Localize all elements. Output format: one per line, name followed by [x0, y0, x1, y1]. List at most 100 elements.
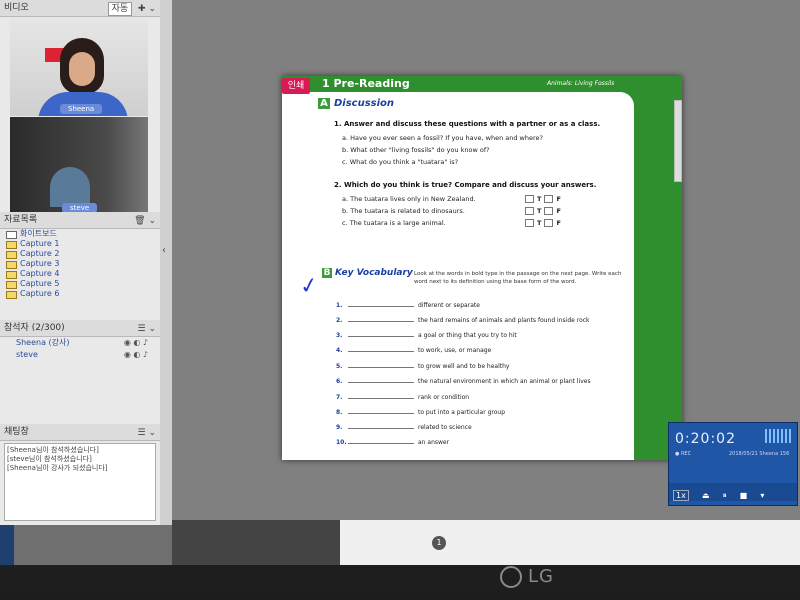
chevron-down-icon[interactable]: ⌄ [148, 428, 156, 438]
chat-title: 채팅창 [4, 427, 29, 437]
question-option: a. The tuatara lives only in New Zealand… [342, 195, 476, 203]
document-scrollbar[interactable] [674, 100, 682, 182]
capture-list-title: 자료목록 [4, 215, 38, 225]
list-item[interactable]: Capture 3 [6, 259, 160, 269]
vocab-row: 7. rank or condition [336, 394, 470, 401]
screen: 漢EN 비디오 자동 ✚ ⌄ Sheena steve 자료목록 [0, 0, 800, 565]
recording-timer-widget: 0:20:02 ● REC 2018/05/21 Sheena 156 1x ⏏… [668, 422, 798, 506]
answer-blank[interactable] [348, 413, 414, 414]
capture-list-panel: 자료목록 🗑 ⌄ 화이트보드 Capture 1 Capture 2 Captu… [0, 212, 160, 318]
chevron-down-icon[interactable]: ⌄ [148, 4, 156, 14]
unit-title: 1 Pre-Reading [322, 77, 410, 90]
list-item[interactable]: Capture 6 [6, 289, 160, 299]
participant-name: Sheena (강사) [16, 338, 70, 347]
chevron-down-icon[interactable]: ⌄ [148, 324, 156, 334]
section-title: Key Vocabulary [335, 268, 413, 278]
question-option: b. What other "living fossils" do you kn… [342, 146, 490, 154]
answer-blank[interactable] [348, 367, 414, 368]
chevron-left-icon[interactable]: ‹ [162, 245, 166, 256]
participants-panel: 참석자 (2/300) ☰ ⌄ Sheena (강사) ◉ ◐ ♪ steve … [0, 320, 160, 420]
question-option: c. What do you think a "tuatara" is? [342, 158, 459, 166]
section-b-instructions: Look at the words in bold type in the pa… [414, 271, 622, 285]
pause-icon[interactable]: ⏸ [723, 491, 727, 501]
answer-blank[interactable] [348, 336, 414, 337]
session-info: 2018/05/21 Sheena 156 [729, 451, 790, 457]
question-2: 2. Which do you think is true? Compare a… [334, 181, 597, 189]
video-panel-title: 비디오 [4, 3, 29, 13]
video-mode-select[interactable]: 자동 [107, 2, 133, 16]
list-item[interactable]: Capture 2 [6, 249, 160, 259]
answer-blank[interactable] [348, 428, 414, 429]
answer-blank[interactable] [348, 398, 414, 399]
vocab-row: 1. different or separate [336, 302, 480, 309]
timer-controls: 1x ⏏ ⏸ ■ ▾ [669, 483, 797, 501]
section-badge: A [318, 98, 330, 109]
participant-row[interactable]: Sheena (강사) ◉ ◐ ♪ [0, 337, 160, 349]
video-controls: 자동 ✚ ⌄ [107, 1, 156, 17]
vocab-row: 8. to put into a particular group [336, 409, 506, 416]
speed-selector[interactable]: 1x [673, 490, 689, 501]
participants-header: 참석자 (2/300) ☰ ⌄ [0, 320, 160, 337]
answer-blank[interactable] [348, 321, 414, 322]
media-status-icons: ◉ ◐ ♪ [123, 338, 148, 347]
true-false-choice[interactable]: TF [522, 195, 561, 203]
pin-icon[interactable]: ✚ [138, 4, 146, 14]
minimize-icon[interactable]: ▾ [760, 491, 764, 500]
participant-name: steve [16, 350, 38, 359]
true-false-choice[interactable]: TF [522, 207, 561, 215]
answer-blank[interactable] [348, 306, 414, 307]
audio-level-icon [765, 429, 791, 443]
bottom-left-area [172, 520, 340, 565]
answer-blank[interactable] [348, 443, 414, 444]
question-1: 1. Answer and discuss these questions wi… [334, 120, 601, 128]
vocab-row: 5. to grow well and to be healthy [336, 363, 510, 370]
vocab-row: 2. the hard remains of animals and plants… [336, 317, 590, 324]
page-navigation-bar [340, 520, 800, 565]
participant-row[interactable]: steve ◉ ◐ ♪ [0, 349, 160, 361]
print-button[interactable]: 인쇄 [282, 78, 310, 94]
document-page[interactable]: 인쇄 1 Pre-Reading Animals: Living Fossils… [282, 76, 682, 460]
chat-header: 채팅창 ☰ ⌄ [0, 424, 160, 441]
question-option: c. The tuatara is a large animal. [342, 219, 446, 227]
vocab-row: 3. a goal or thing that you try to hit [336, 332, 517, 339]
list-view-icon[interactable]: ☰ [138, 428, 146, 438]
question-option: a. Have you ever seen a fossil? If you h… [342, 134, 543, 142]
elapsed-time: 0:20:02 [675, 431, 736, 447]
list-item[interactable]: Capture 1 [6, 239, 160, 249]
list-item[interactable]: Capture 5 [6, 279, 160, 289]
vocab-row: 9. related to science [336, 424, 472, 431]
capture-list: 화이트보드 Capture 1 Capture 2 Capture 3 Capt… [0, 229, 160, 299]
monitor-brand-logo: LG [500, 566, 554, 588]
section-a-heading: A Discussion [318, 98, 394, 109]
video-feed-teacher: Sheena [10, 18, 148, 116]
trash-icon[interactable]: 🗑 [134, 216, 145, 226]
video-feed-student: steve [10, 117, 148, 215]
list-item[interactable]: 화이트보드 [6, 229, 160, 239]
answer-blank[interactable] [348, 382, 414, 383]
true-false-choice[interactable]: TF [522, 219, 561, 227]
chat-message: [Sheena님이 참석하셨습니다] [7, 446, 99, 454]
vocab-row: 4. to work, use, or manage [336, 347, 492, 354]
vocab-row: 6. the natural environment in which an an… [336, 378, 591, 385]
left-panel: 비디오 자동 ✚ ⌄ Sheena steve 자료목록 🗑 ⌄ 화이트보드 C… [0, 0, 161, 525]
stop-icon[interactable]: ■ [740, 491, 748, 500]
participants-title: 참석자 (2/300) [4, 323, 65, 333]
chat-log[interactable]: [Sheena님이 참석하셨습니다] [steve님이 참석하셨습니다] [Sh… [4, 443, 156, 521]
answer-blank[interactable] [348, 351, 414, 352]
video-name-badge: Sheena [60, 104, 103, 114]
record-status-icon: ● REC [675, 451, 692, 457]
page-number-indicator[interactable]: 1 [432, 536, 446, 550]
section-badge: B [322, 268, 332, 278]
vocab-row: 10. an answer [336, 439, 450, 446]
question-option: b. The tuatara is related to dinosaurs. [342, 207, 465, 215]
list-item[interactable]: Capture 4 [6, 269, 160, 279]
chat-message: [steve님이 참석하셨습니다] [7, 455, 92, 463]
list-view-icon[interactable]: ☰ [138, 324, 146, 334]
capture-list-header: 자료목록 🗑 ⌄ [0, 212, 160, 229]
unit-subtitle: Animals: Living Fossils [547, 80, 615, 87]
media-status-icons: ◉ ◐ ♪ [123, 350, 148, 359]
eject-icon[interactable]: ⏏ [702, 491, 710, 500]
panel-splitter[interactable]: ‹ [160, 0, 172, 525]
section-title: Discussion [334, 98, 395, 109]
chevron-down-icon[interactable]: ⌄ [148, 216, 156, 226]
